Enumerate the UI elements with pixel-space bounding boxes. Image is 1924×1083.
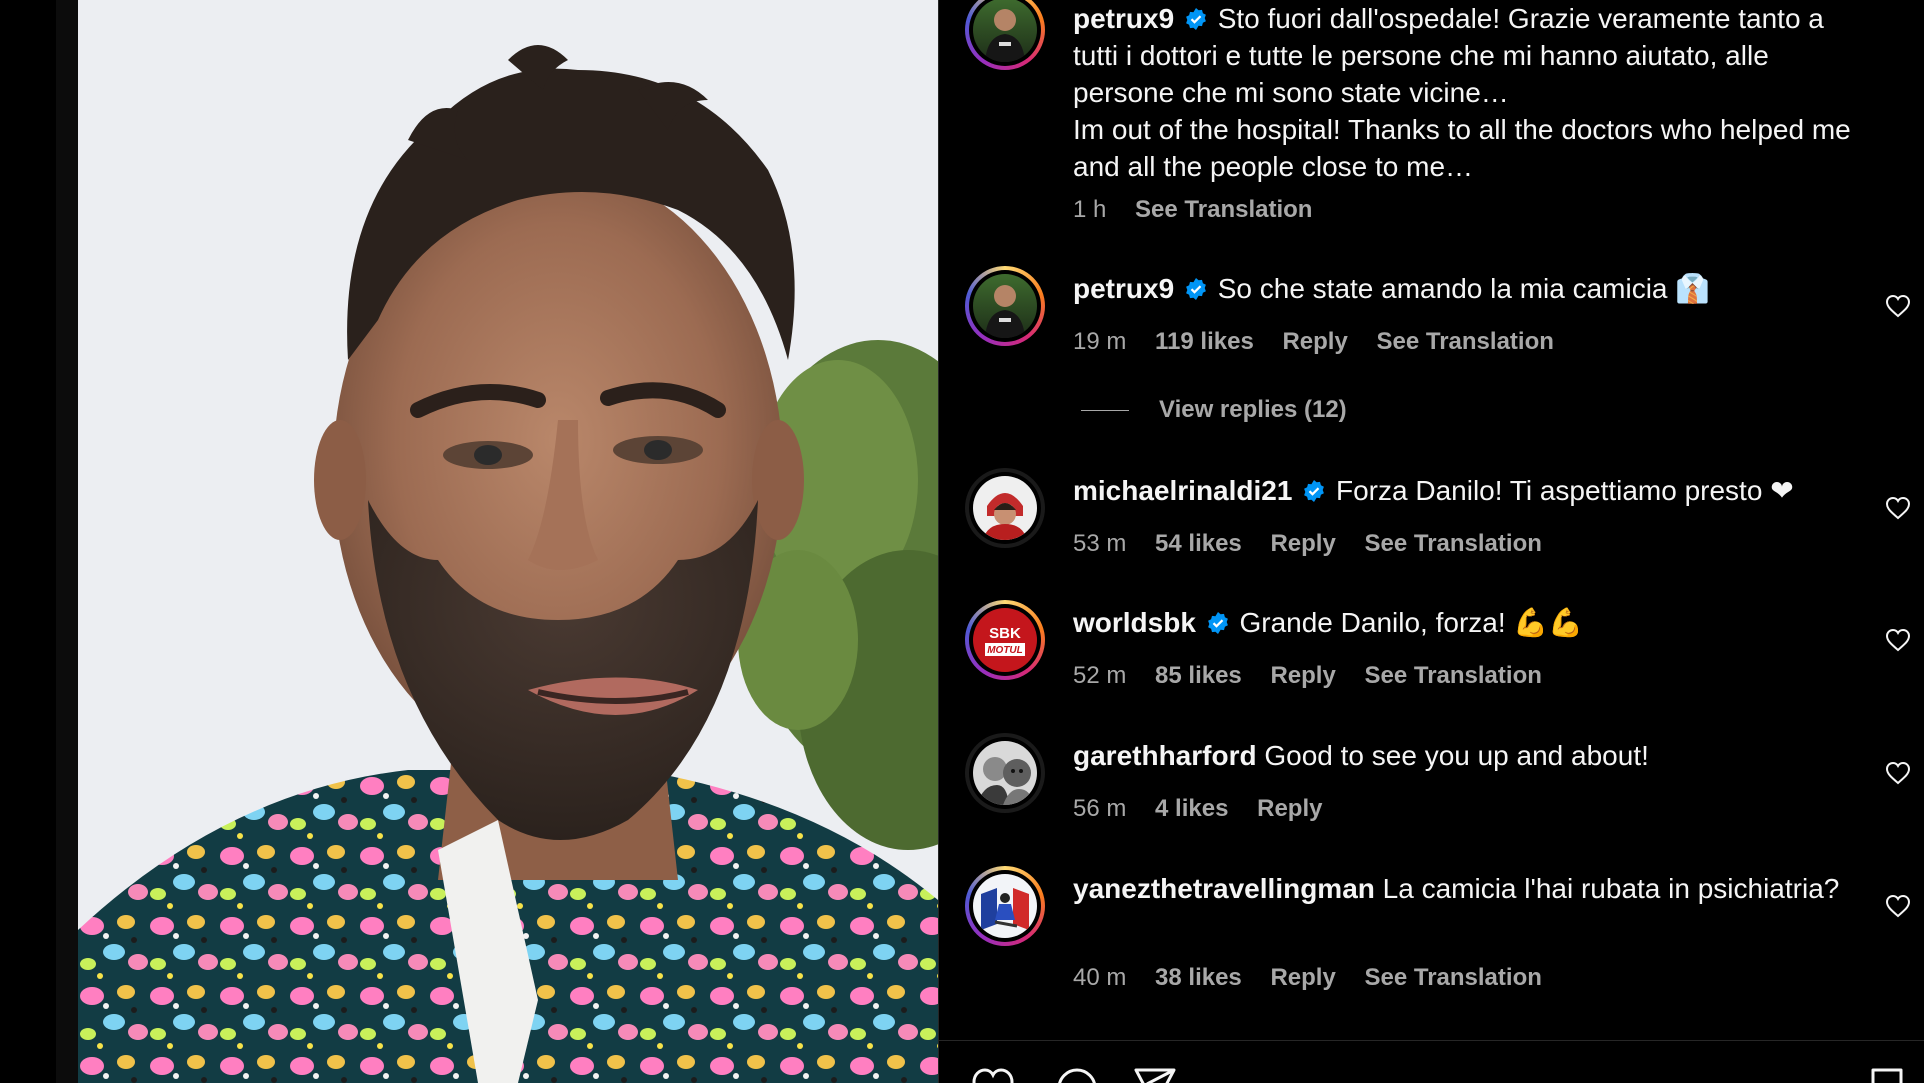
heart-icon[interactable]	[1885, 294, 1911, 318]
see-translation-link[interactable]: See Translation	[1135, 196, 1312, 223]
comment-likes[interactable]: 119 likes	[1155, 328, 1254, 355]
post-media[interactable]	[78, 0, 938, 1083]
see-translation-link[interactable]: See Translation	[1377, 328, 1554, 355]
comment-meta: 52 m 85 likes Reply See Translation	[1073, 662, 1564, 690]
comment-likes[interactable]: 4 likes	[1155, 795, 1228, 822]
comment-icon[interactable]	[1055, 1066, 1099, 1083]
comment-text: Good to see you up and about!	[1264, 740, 1649, 771]
selfie-video-frame	[78, 0, 938, 1083]
heart-icon[interactable]	[1885, 628, 1911, 652]
reply-button[interactable]: Reply	[1270, 530, 1335, 557]
comment-text: Grande Danilo, forza! 💪💪	[1239, 607, 1584, 638]
view-replies-label: View replies (12)	[1159, 396, 1347, 423]
comment-meta: 19 m 119 likes Reply See Translation	[1073, 328, 1576, 356]
avatar[interactable]	[965, 0, 1045, 70]
comment-text: So che state amando la mia camicia 👔	[1217, 273, 1711, 304]
reply-button[interactable]: Reply	[1257, 795, 1322, 822]
comment-likes[interactable]: 85 likes	[1155, 662, 1242, 689]
avatar[interactable]	[965, 733, 1045, 813]
save-icon[interactable]	[1867, 1066, 1907, 1083]
comment-likes[interactable]: 54 likes	[1155, 530, 1242, 557]
view-replies-button[interactable]: View replies (12)	[1081, 396, 1347, 424]
comment-username[interactable]: michaelrinaldi21	[1073, 475, 1292, 506]
comment-likes[interactable]: 38 likes	[1155, 964, 1242, 991]
see-translation-link[interactable]: See Translation	[1364, 662, 1541, 689]
comment-time: 52 m	[1073, 662, 1127, 689]
comment-meta: 56 m 4 likes Reply	[1073, 795, 1344, 823]
left-gutter	[0, 0, 56, 1083]
caption-text-english: Im out of the hospital! Thanks to all th…	[1073, 114, 1851, 182]
verified-badge-icon	[1207, 612, 1228, 634]
comment-time: 56 m	[1073, 795, 1127, 822]
heart-icon[interactable]	[1885, 496, 1911, 520]
heart-icon[interactable]	[1885, 894, 1911, 918]
share-icon[interactable]	[1133, 1066, 1177, 1083]
comment-meta: 40 m 38 likes Reply See Translation	[1073, 964, 1564, 992]
reply-button[interactable]: Reply	[1270, 662, 1335, 689]
comment-body: garethharford Good to see you up and abo…	[1073, 737, 1863, 774]
comment-body: yanezthetravellingman La camicia l'hai r…	[1073, 870, 1863, 907]
comments-panel: petrux9 Sto fuori dall'ospedale! Grazie …	[938, 0, 1924, 1083]
comment-username[interactable]: yanezthetravellingman	[1073, 873, 1375, 904]
comment-username[interactable]: garethharford	[1073, 740, 1257, 771]
comment-text: Forza Danilo! Ti aspettiamo presto ❤	[1336, 475, 1794, 506]
see-translation-link[interactable]: See Translation	[1364, 964, 1541, 991]
caption-time: 1 h	[1073, 196, 1107, 223]
comment-meta: 53 m 54 likes Reply See Translation	[1073, 530, 1564, 558]
verified-badge-icon	[1186, 278, 1206, 300]
comment-body: michaelrinaldi21 Forza Danilo! Ti aspett…	[1073, 472, 1863, 509]
comment-text: La camicia l'hai rubata in psichiatria?	[1382, 873, 1840, 904]
motul-logo-text: MOTUL	[987, 645, 1023, 656]
media-border	[56, 0, 78, 1083]
see-translation-link[interactable]: See Translation	[1364, 530, 1541, 557]
reply-button[interactable]: Reply	[1282, 328, 1347, 355]
caption-username[interactable]: petrux9	[1073, 3, 1174, 34]
sbk-logo-text: SBK	[989, 625, 1021, 642]
comment-username[interactable]: worldsbk	[1073, 607, 1196, 638]
verified-badge-icon	[1186, 8, 1206, 30]
heart-icon[interactable]	[971, 1066, 1015, 1083]
verified-badge-icon	[1304, 480, 1325, 502]
reply-button[interactable]: Reply	[1270, 964, 1335, 991]
caption-text: petrux9 Sto fuori dall'ospedale! Grazie …	[1073, 0, 1863, 185]
comment-time: 40 m	[1073, 964, 1127, 991]
heart-icon[interactable]	[1885, 761, 1911, 785]
comment-username[interactable]: petrux9	[1073, 273, 1174, 304]
avatar[interactable]	[965, 468, 1045, 548]
comment-time: 19 m	[1073, 328, 1127, 355]
avatar[interactable]	[965, 266, 1045, 346]
caption-meta: 1 h See Translation	[1073, 196, 1334, 224]
view-replies-line	[1081, 410, 1129, 412]
comment-body: worldsbk Grande Danilo, forza! 💪💪	[1073, 604, 1863, 641]
avatar[interactable]	[965, 866, 1045, 946]
comment-body: petrux9 So che state amando la mia camic…	[1073, 270, 1863, 307]
avatar[interactable]: SBK MOTUL	[965, 600, 1045, 680]
action-bar-divider	[939, 1040, 1924, 1041]
comment-time: 53 m	[1073, 530, 1127, 557]
